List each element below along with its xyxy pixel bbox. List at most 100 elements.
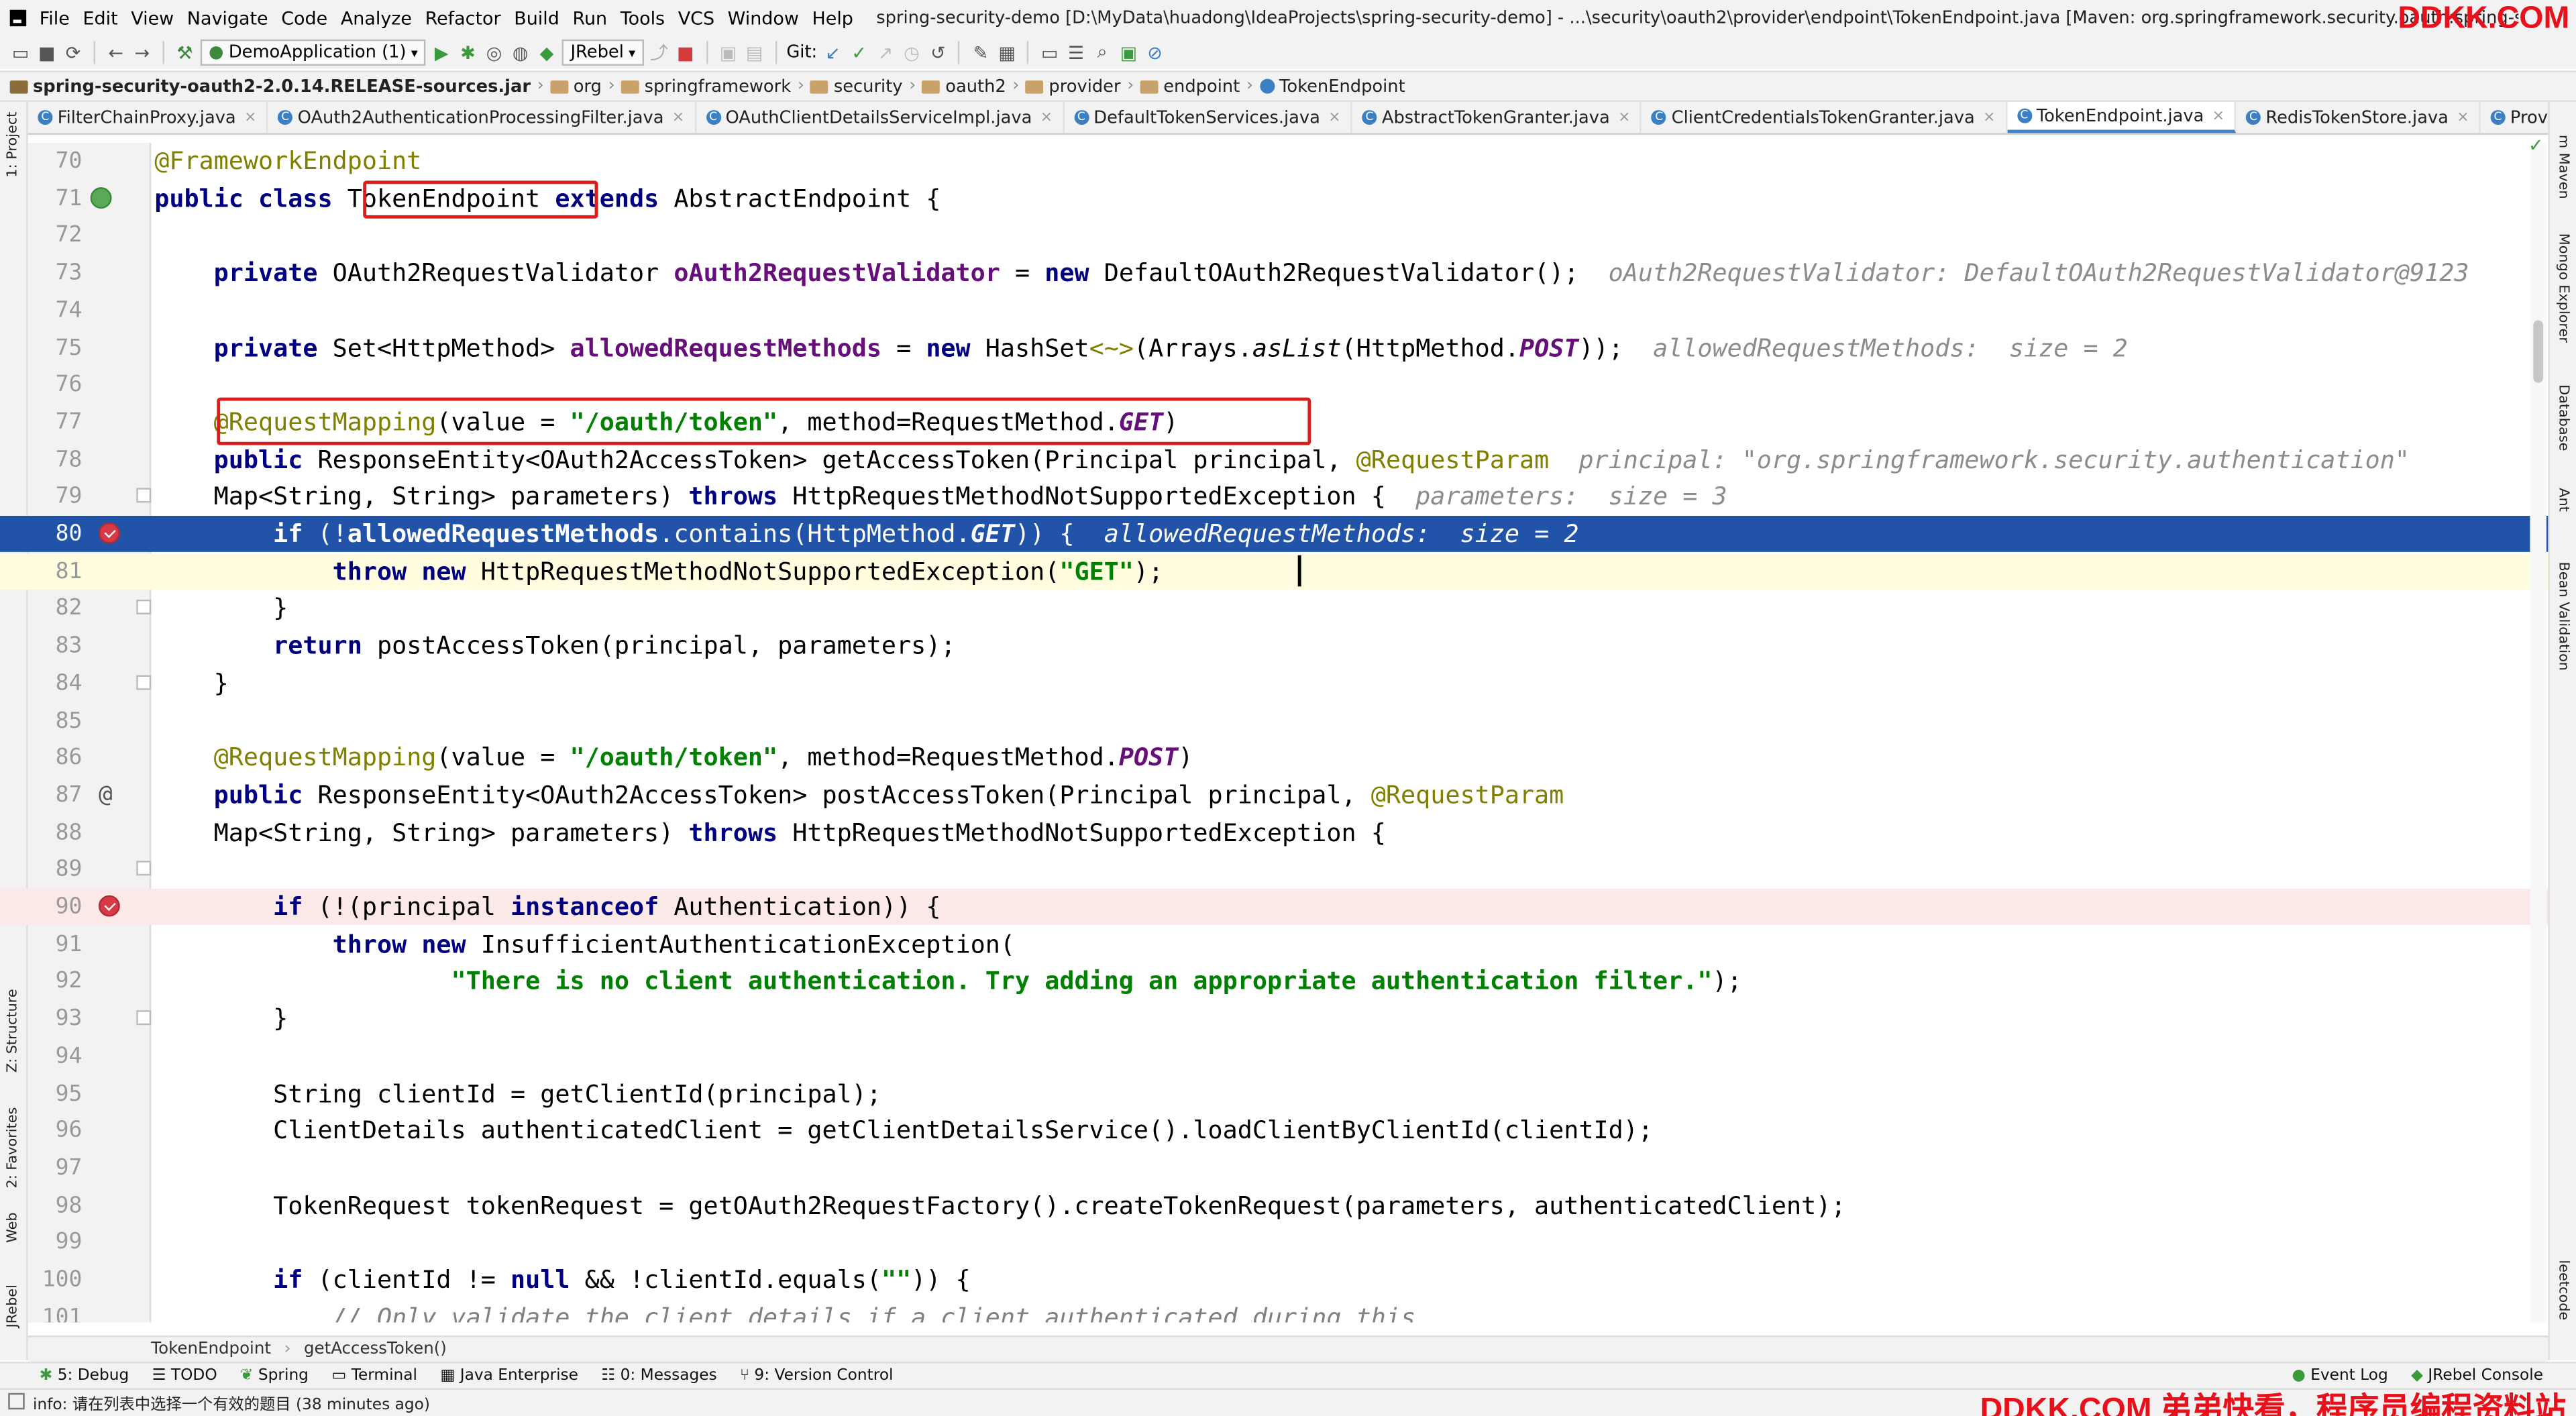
- code-text[interactable]: return postAccessToken(principal, parame…: [154, 628, 955, 664]
- code-line[interactable]: 96 ClientDetails authenticatedClient = g…: [0, 1112, 2548, 1148]
- menu-run[interactable]: Run: [566, 7, 614, 29]
- menu-help[interactable]: Help: [806, 7, 860, 29]
- line-number[interactable]: 95: [28, 1075, 83, 1111]
- code-text[interactable]: if (clientId != null && !clientId.equals…: [154, 1262, 971, 1298]
- leetcode-tool-button[interactable]: leetcode: [2555, 1260, 2571, 1320]
- debug-icon[interactable]: ✱: [457, 42, 478, 63]
- tab-providermanager[interactable]: CProviderManager.java×: [2481, 102, 2548, 133]
- line-number[interactable]: 74: [28, 292, 83, 328]
- breakpoint-icon[interactable]: [98, 522, 120, 544]
- back-icon[interactable]: ←: [105, 42, 127, 63]
- line-number[interactable]: 87: [28, 777, 83, 813]
- code-text[interactable]: Map<String, String> parameters) throws H…: [154, 478, 1727, 514]
- line-number[interactable]: 86: [28, 740, 83, 776]
- line-number[interactable]: 80: [28, 516, 83, 552]
- code-text[interactable]: TokenRequest tokenRequest = getOAuth2Req…: [154, 1187, 1845, 1223]
- code-text[interactable]: String clientId = getClientId(principal)…: [154, 1075, 881, 1111]
- run-config-select[interactable]: ● DemoApplication (1) ▾: [200, 39, 426, 66]
- code-line[interactable]: 84 }: [0, 665, 2548, 701]
- git-rollback-icon[interactable]: ↺: [927, 42, 949, 63]
- menu-refactor[interactable]: Refactor: [419, 7, 508, 29]
- code-text[interactable]: private OAuth2RequestValidator oAuth2Req…: [154, 255, 2469, 291]
- code-crumb-class[interactable]: TokenEndpoint: [151, 1340, 271, 1358]
- tab-oauthclientdetailsserviceimpl[interactable]: C OAuthClientDetailsServiceImpl.java ×: [696, 101, 1065, 133]
- code-line[interactable]: 94: [0, 1038, 2548, 1074]
- code-line[interactable]: 79 Map<String, String> parameters) throw…: [0, 478, 2548, 514]
- crumb-provider[interactable]: provider: [1026, 76, 1121, 96]
- line-number[interactable]: 93: [28, 1001, 83, 1037]
- messages-tool-button[interactable]: ☷ 0: Messages: [601, 1367, 716, 1385]
- code-line[interactable]: 82 }: [0, 590, 2548, 627]
- code-text[interactable]: @FrameworkEndpoint: [154, 143, 421, 179]
- coverage-icon[interactable]: ◎: [484, 42, 505, 63]
- code-line[interactable]: 90 if (!(principal instanceof Authentica…: [0, 888, 2548, 925]
- line-number[interactable]: 70: [28, 143, 83, 179]
- breakpoint-icon[interactable]: [98, 895, 120, 917]
- fold-marker-icon[interactable]: [136, 1010, 152, 1026]
- code-text[interactable]: }: [154, 1001, 288, 1037]
- menu-code[interactable]: Code: [274, 7, 334, 29]
- git-history-icon[interactable]: ◷: [901, 42, 922, 63]
- line-number[interactable]: 94: [28, 1038, 83, 1074]
- close-icon[interactable]: ×: [1983, 109, 1995, 125]
- code-text[interactable]: public ResponseEntity<OAuth2AccessToken>…: [154, 441, 2410, 478]
- code-line[interactable]: 91 throw new InsufficientAuthenticationE…: [0, 926, 2548, 962]
- code-line[interactable]: 72: [0, 217, 2548, 254]
- tab-clientcredentialstokengranter[interactable]: C ClientCredentialsTokenGranter.java ×: [1642, 101, 2007, 133]
- line-number[interactable]: 89: [28, 851, 83, 887]
- git-push-icon[interactable]: ↗: [875, 42, 896, 63]
- line-number[interactable]: 96: [28, 1112, 83, 1148]
- line-number[interactable]: 84: [28, 665, 83, 701]
- code-text[interactable]: "There is no client authentication. Try …: [154, 963, 1742, 999]
- line-number[interactable]: 97: [28, 1150, 83, 1186]
- menu-build[interactable]: Build: [507, 7, 566, 29]
- close-icon[interactable]: ×: [244, 109, 256, 125]
- code-text[interactable]: // Only validate the client details if a…: [154, 1299, 1416, 1322]
- code-line[interactable]: 74: [0, 292, 2548, 328]
- build-hammer-icon[interactable]: ⚒: [174, 42, 196, 63]
- open-folder-icon[interactable]: ▭: [10, 42, 32, 63]
- terminal-icon[interactable]: ▭: [1039, 42, 1061, 63]
- spring-tool-button[interactable]: ❦ Spring: [240, 1367, 309, 1385]
- crumb-org[interactable]: org: [550, 76, 602, 96]
- jrebel-console-button[interactable]: ◆ JRebel Console: [2411, 1367, 2543, 1385]
- close-icon[interactable]: ×: [1328, 109, 1340, 125]
- code-line[interactable]: 80 if (!allowedRequestMethods.contains(H…: [0, 515, 2548, 552]
- line-number[interactable]: 78: [28, 441, 83, 478]
- close-icon[interactable]: ×: [1618, 109, 1630, 125]
- line-number[interactable]: 79: [28, 478, 83, 514]
- line-number[interactable]: 82: [28, 590, 83, 627]
- code-text[interactable]: ClientDetails authenticatedClient = getC…: [154, 1112, 1653, 1148]
- menu-vcs[interactable]: VCS: [672, 7, 721, 29]
- code-line[interactable]: 95 String clientId = getClientId(princip…: [0, 1075, 2548, 1111]
- line-number[interactable]: 73: [28, 255, 83, 291]
- code-text[interactable]: public ResponseEntity<OAuth2AccessToken>…: [154, 777, 1564, 813]
- status-window-icon[interactable]: [8, 1393, 25, 1410]
- close-icon[interactable]: ×: [2212, 107, 2224, 123]
- code-text[interactable]: throw new InsufficientAuthenticationExce…: [154, 926, 1015, 962]
- git-update-icon[interactable]: ↙: [822, 42, 844, 63]
- line-number[interactable]: 85: [28, 702, 83, 739]
- line-number[interactable]: 91: [28, 926, 83, 962]
- fold-marker-icon[interactable]: [136, 675, 152, 690]
- code-text[interactable]: }: [154, 590, 288, 627]
- menu-edit[interactable]: Edit: [76, 7, 125, 29]
- tab-tokenendpoint[interactable]: C TokenEndpoint.java ×: [2006, 101, 2237, 133]
- code-line[interactable]: 97: [0, 1150, 2548, 1186]
- run-icon[interactable]: ▶: [431, 42, 452, 63]
- java-enterprise-tool-button[interactable]: ▦ Java Enterprise: [440, 1367, 578, 1385]
- code-line[interactable]: 83 return postAccessToken(principal, par…: [0, 628, 2548, 664]
- forward-icon[interactable]: →: [131, 42, 153, 63]
- todo-tool-button[interactable]: ☰ TODO: [152, 1367, 217, 1385]
- close-icon[interactable]: ×: [1040, 109, 1053, 125]
- mongo-explorer-tool-button[interactable]: Mongo Explorer: [2555, 233, 2571, 343]
- crumb-tokenendpoint[interactable]: TokenEndpoint: [1259, 76, 1405, 96]
- line-number[interactable]: 99: [28, 1224, 83, 1260]
- stop-icon[interactable]: ■: [675, 42, 696, 63]
- inspection-ok-icon[interactable]: ✓: [2528, 135, 2544, 156]
- fold-marker-icon[interactable]: [136, 488, 152, 504]
- code-line[interactable]: 81 throw new HttpRequestMethodNotSupport…: [0, 553, 2548, 590]
- block-icon[interactable]: ⊘: [1144, 42, 1166, 63]
- crumb-springframework[interactable]: springframework: [621, 76, 791, 96]
- tab-redistokenstore[interactable]: C RedisTokenStore.java ×: [2236, 101, 2481, 133]
